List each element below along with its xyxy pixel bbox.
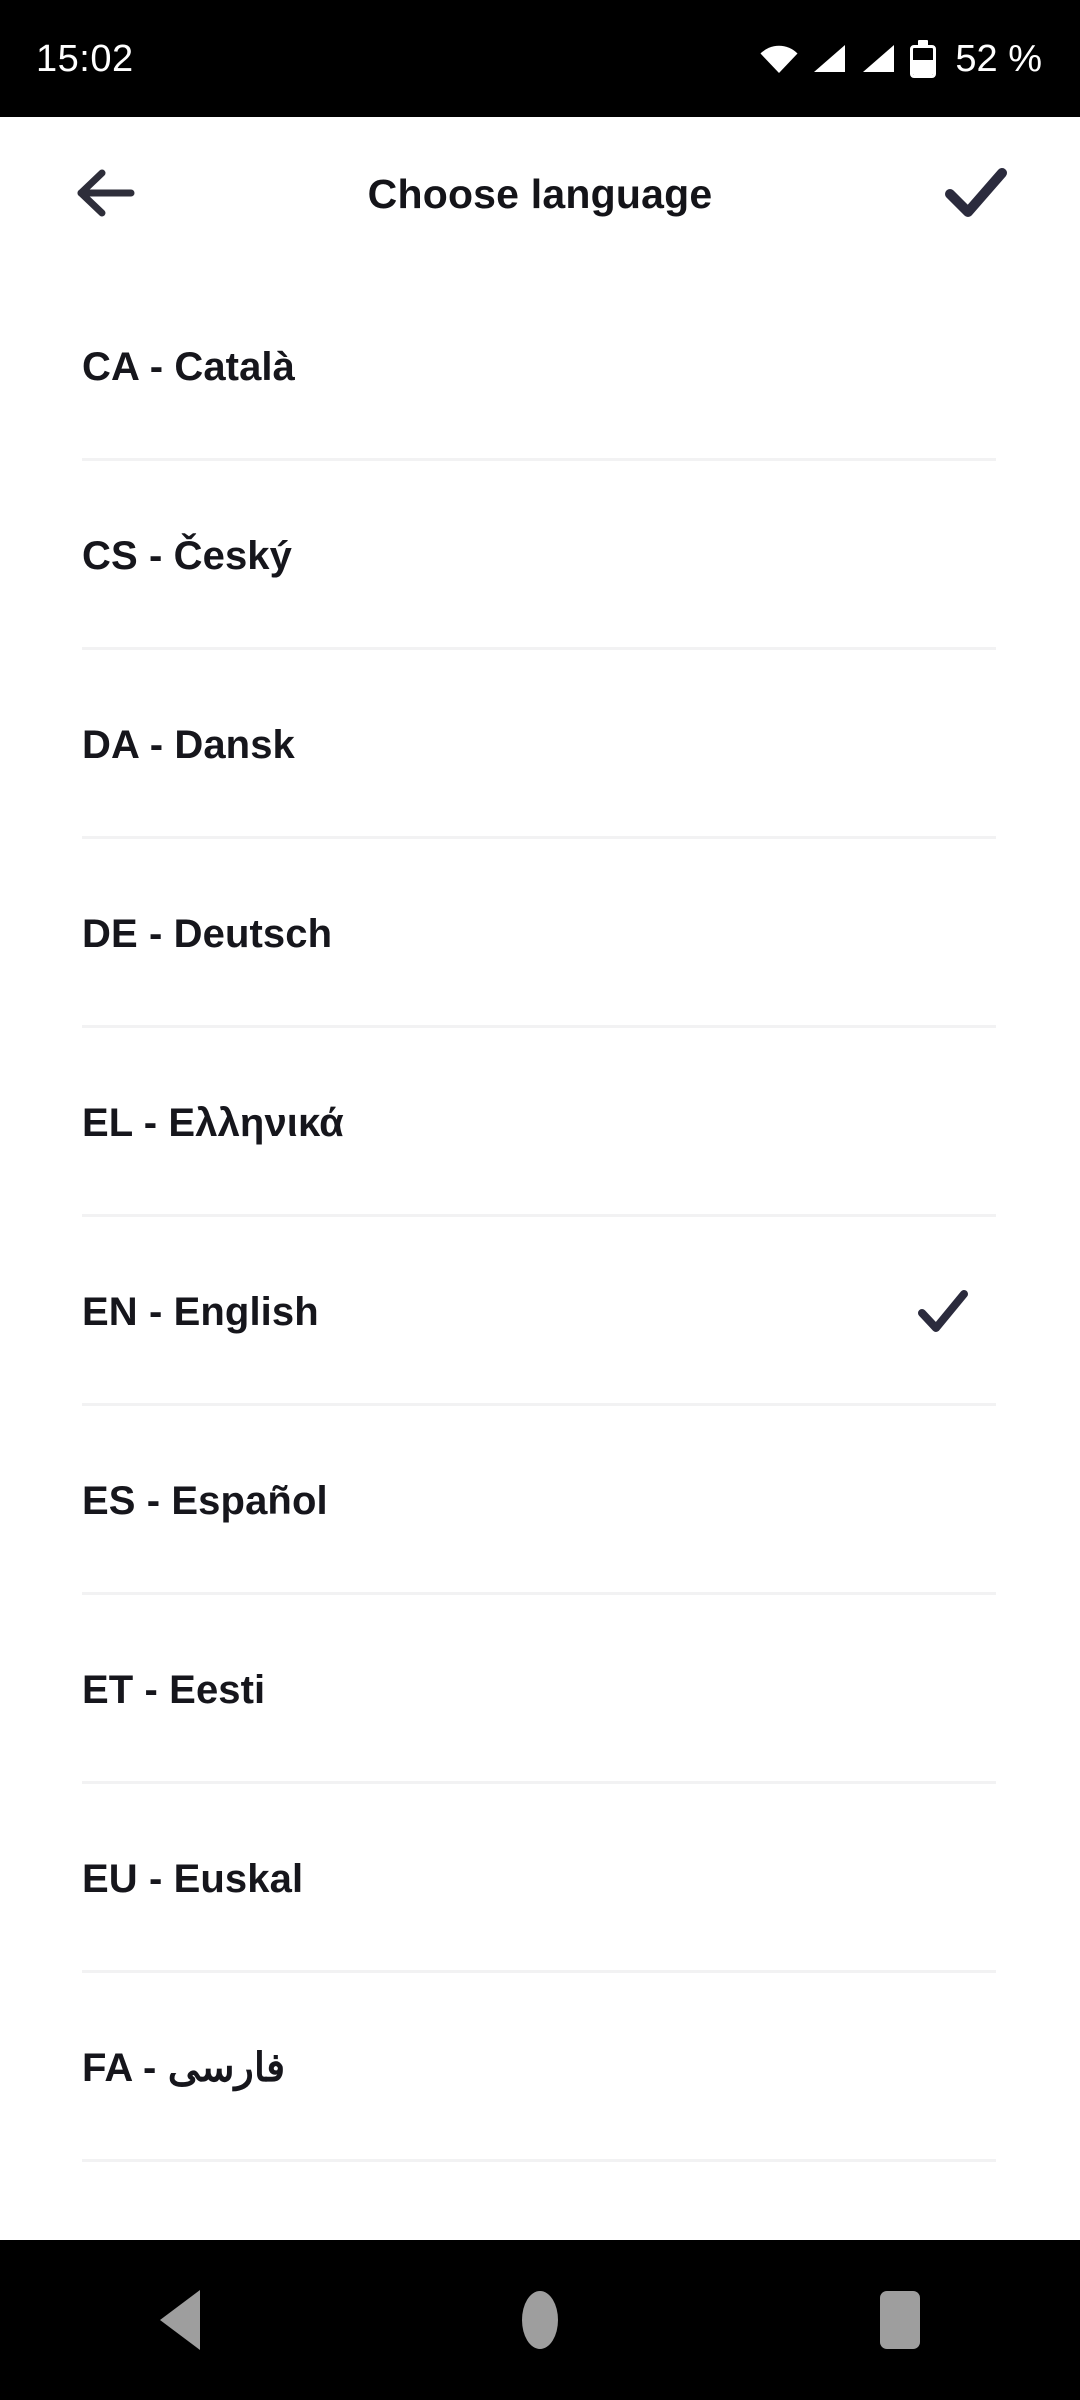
battery-icon xyxy=(910,39,937,78)
language-label: EU - Euskal xyxy=(82,1856,304,1901)
language-list-item[interactable]: DE - Deutsch xyxy=(0,839,1080,1028)
confirm-button[interactable] xyxy=(930,149,1022,241)
status-bar-indicators: 52 % xyxy=(759,37,1042,80)
triangle-back-icon xyxy=(160,2290,200,2350)
signal-icon xyxy=(861,44,897,74)
nav-back-button[interactable] xyxy=(105,2260,255,2380)
language-list[interactable]: CA - Català CS - Český DA - Dansk DE - Deut… xyxy=(0,272,1080,2218)
language-list-item[interactable]: EU - Euskal xyxy=(0,1784,1080,1973)
language-label: DE - Deutsch xyxy=(82,911,333,956)
battery-percent-label: 52 % xyxy=(955,37,1042,80)
language-label: CS - Český xyxy=(82,533,292,578)
language-label: EL - Ελληνικά xyxy=(82,1100,344,1145)
language-label: ES - Español xyxy=(82,1478,328,1523)
signal-icon xyxy=(812,44,848,74)
language-list-item[interactable]: FA - فارسی xyxy=(0,1973,1080,2162)
square-recents-icon xyxy=(880,2291,920,2349)
selected-check-icon xyxy=(916,1285,970,1339)
language-label: CA - Català xyxy=(82,344,295,389)
status-bar-clock: 15:02 xyxy=(36,37,134,80)
status-bar: 15:02 52 % xyxy=(0,0,1080,117)
language-list-item[interactable]: ES - Español xyxy=(0,1406,1080,1595)
check-icon xyxy=(943,165,1009,224)
app-bar: Choose language xyxy=(0,117,1080,272)
nav-recents-button[interactable] xyxy=(825,2260,975,2380)
list-divider xyxy=(82,2159,996,2162)
language-list-item[interactable]: DA - Dansk xyxy=(0,650,1080,839)
language-list-item[interactable]: EL - Ελληνικά xyxy=(0,1028,1080,1217)
nav-home-button[interactable] xyxy=(465,2260,615,2380)
language-list-item[interactable]: EN - English xyxy=(0,1217,1080,1406)
language-label: EN - English xyxy=(82,1289,319,1334)
language-label: DA - Dansk xyxy=(82,722,295,767)
language-list-item[interactable]: CS - Český xyxy=(0,461,1080,650)
language-label: FA - فارسی xyxy=(82,2045,286,2090)
circle-home-icon xyxy=(522,2291,558,2349)
wifi-icon xyxy=(759,44,799,74)
page-title: Choose language xyxy=(367,171,713,217)
language-label: ET - Eesti xyxy=(82,1667,266,1712)
phone-screen: 15:02 52 % Choose language CA - Català C… xyxy=(0,0,1080,2400)
language-list-item[interactable]: ET - Eesti xyxy=(0,1595,1080,1784)
system-navigation-bar xyxy=(0,2240,1080,2400)
language-list-item[interactable]: CA - Català xyxy=(0,272,1080,461)
